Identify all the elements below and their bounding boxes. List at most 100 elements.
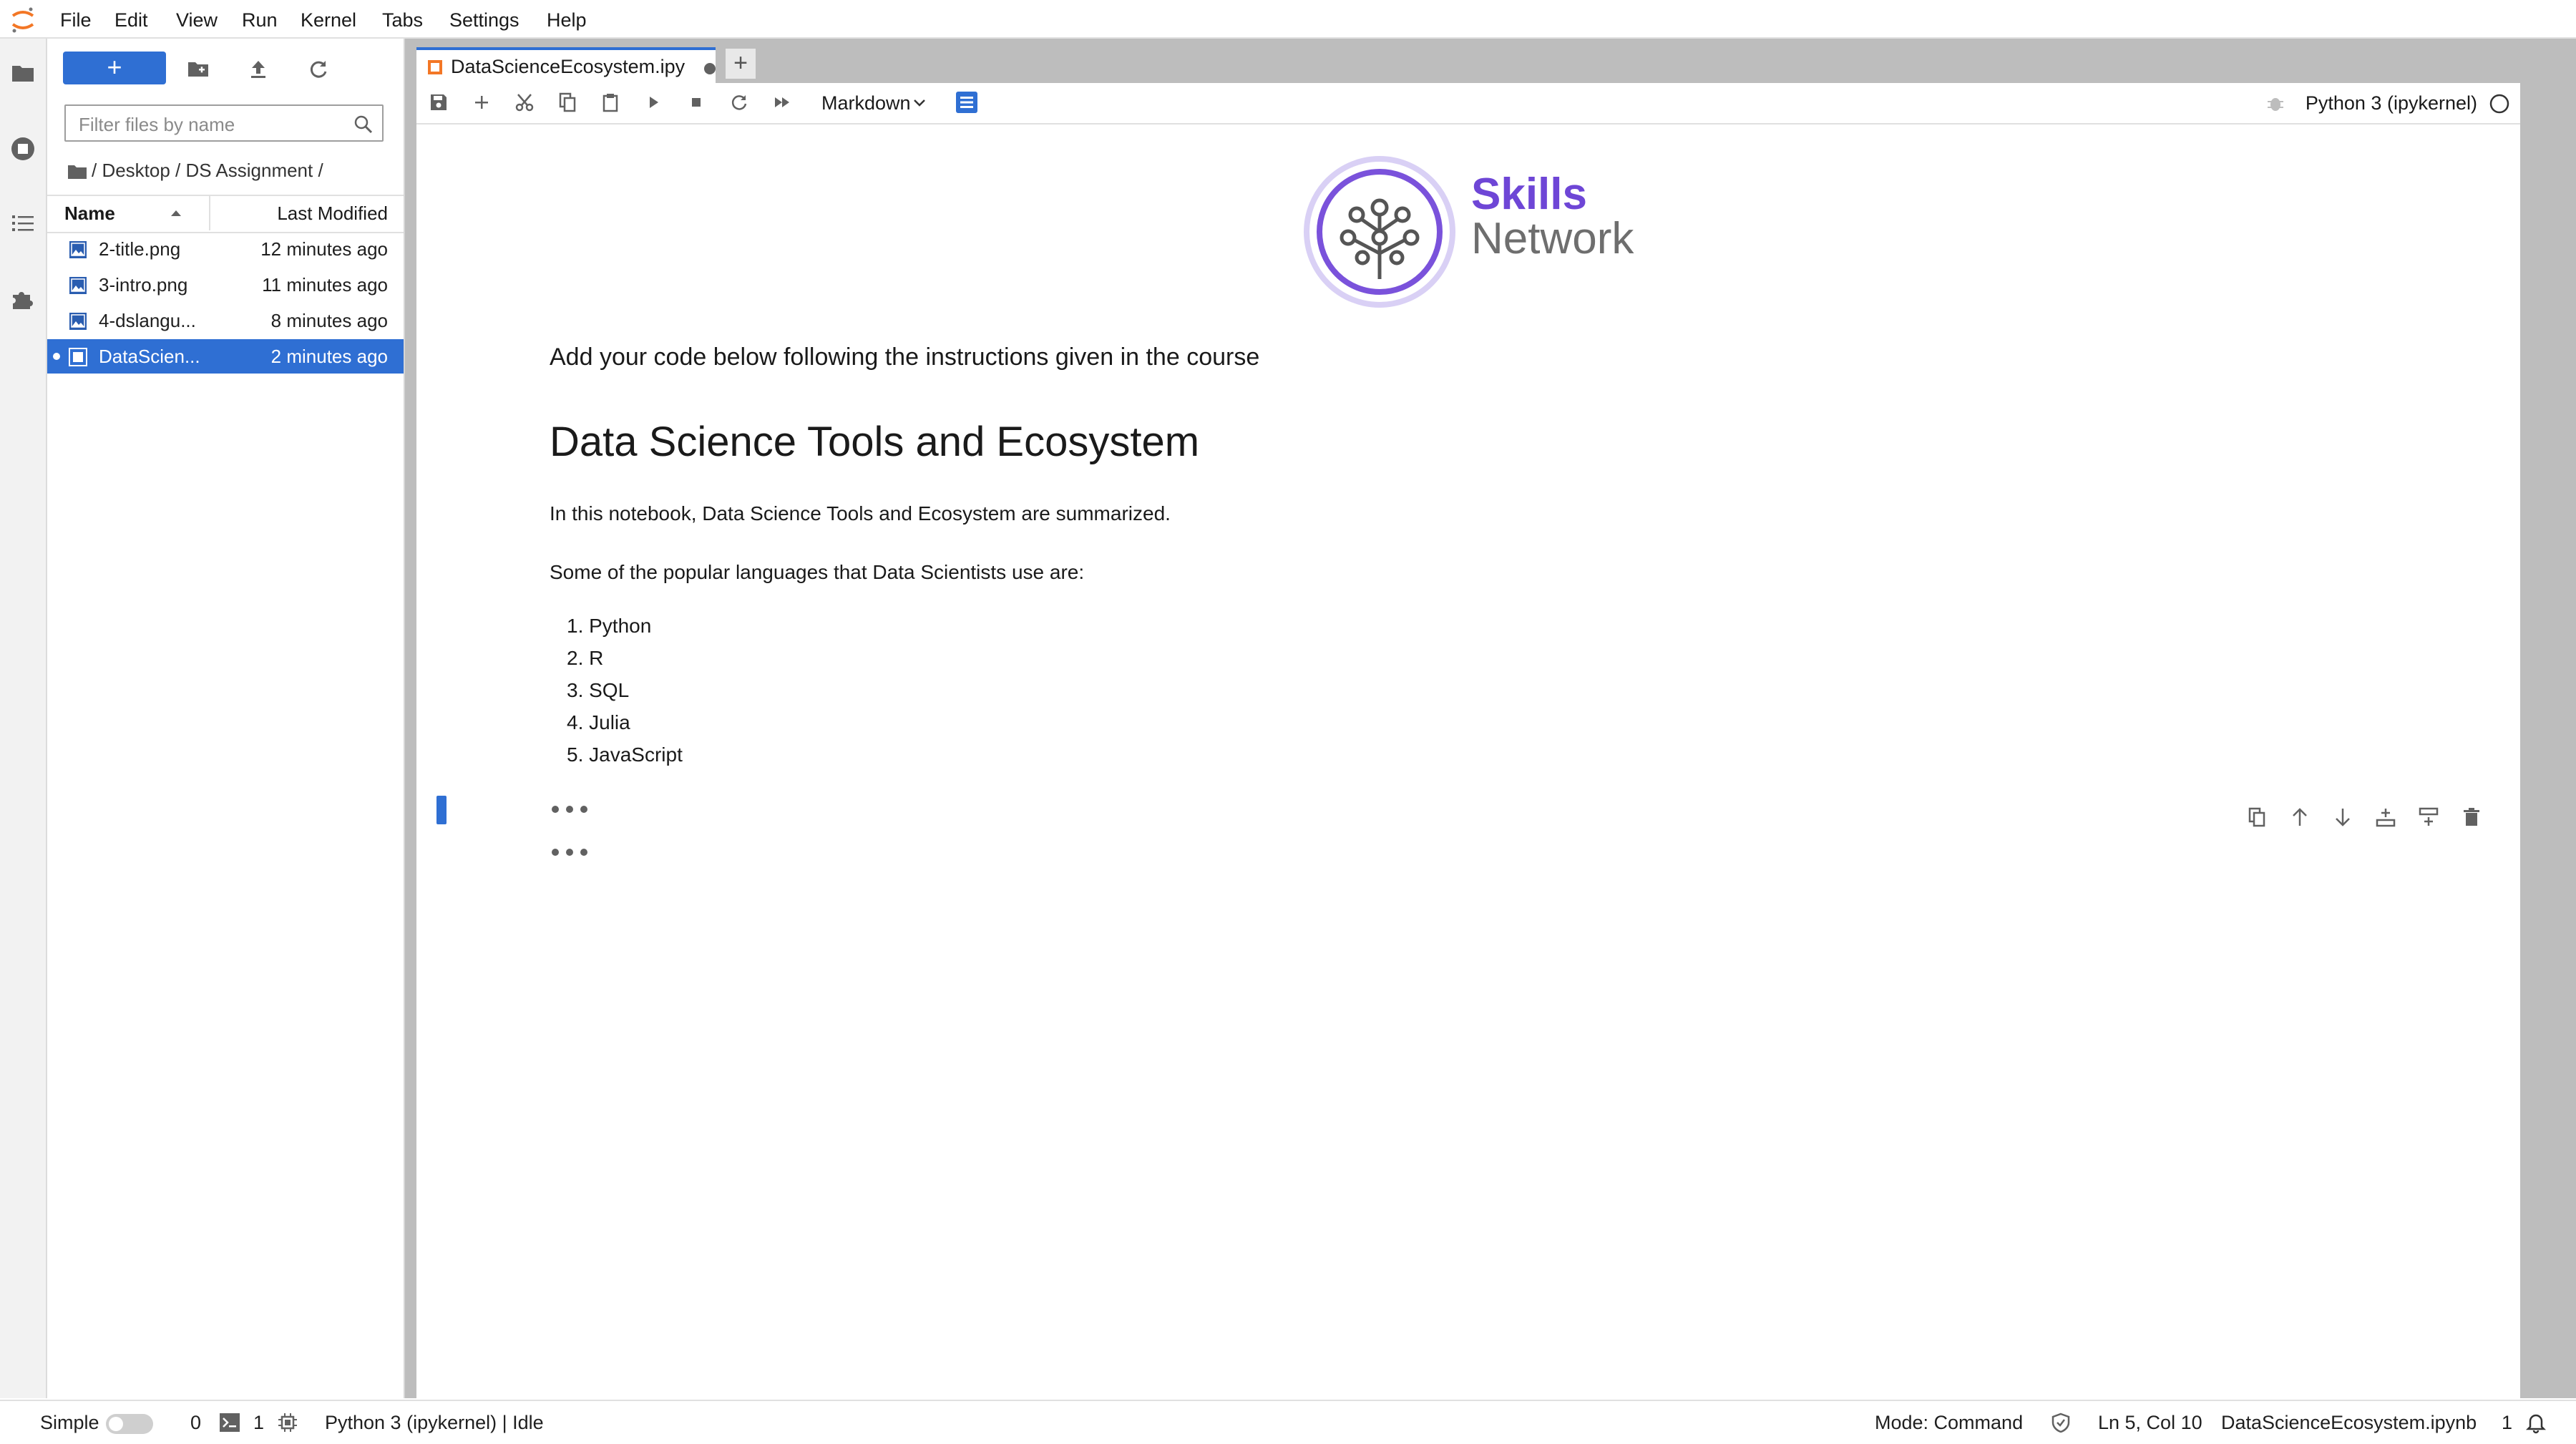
file-row[interactable]: 4-dslangu... 8 minutes ago — [47, 303, 404, 338]
menu-tabs[interactable]: Tabs — [382, 7, 423, 33]
menu-run[interactable]: Run — [242, 7, 278, 33]
toggle-knob — [109, 1417, 123, 1431]
logo-word-skills: Skills — [1471, 170, 1587, 219]
delete-cell-icon[interactable] — [2460, 806, 2483, 829]
menu-edit[interactable]: Edit — [114, 7, 148, 33]
trusted-shield-icon[interactable] — [2051, 1413, 2071, 1433]
menu-settings[interactable]: Settings — [449, 7, 519, 33]
save-icon[interactable] — [428, 92, 449, 113]
column-name[interactable]: Name — [64, 196, 115, 230]
notebook-format-icon[interactable] — [955, 90, 979, 114]
list-item: 1. Python — [567, 615, 652, 637]
file-name: 2-title.png — [99, 238, 181, 260]
search-icon — [353, 114, 374, 135]
skills-network-logo-icon — [1294, 146, 1465, 318]
bell-icon[interactable] — [2524, 1411, 2547, 1434]
menu-help[interactable]: Help — [547, 7, 587, 33]
breadcrumb: / Desktop / DS Assignment / — [67, 156, 323, 185]
cut-icon[interactable] — [514, 92, 535, 113]
notebook-panel: Markdown Python 3 (ipykernel) Skills Net… — [416, 83, 2520, 1398]
paste-icon[interactable] — [600, 92, 621, 113]
tab-notebook[interactable]: DataScienceEcosystem.ipy — [416, 47, 716, 84]
upload-icon[interactable] — [246, 57, 270, 82]
folder-icon[interactable] — [10, 60, 36, 86]
collapsed-cell-icon[interactable] — [550, 847, 590, 857]
restart-icon[interactable] — [728, 92, 750, 113]
debugger-icon[interactable] — [2265, 93, 2285, 113]
file-row[interactable]: 3-intro.png 11 minutes ago — [47, 268, 404, 302]
kernels-count[interactable]: 1 — [253, 1401, 264, 1444]
filter-files-field[interactable] — [64, 104, 384, 142]
menu-bar: File Edit View Run Kernel Tabs Settings … — [0, 0, 2576, 39]
file-row-selected[interactable]: DataScien... 2 minutes ago — [47, 339, 404, 374]
file-list-header: Name Last Modified — [47, 195, 404, 233]
filter-files-input[interactable] — [77, 112, 352, 137]
sort-ascending-icon[interactable] — [169, 206, 183, 220]
insert-above-icon[interactable] — [2374, 806, 2397, 829]
intro-paragraph: In this notebook, Data Science Tools and… — [550, 502, 1171, 525]
notebook-file-icon — [69, 348, 87, 366]
unsaved-indicator-icon[interactable] — [704, 63, 716, 74]
copy-icon[interactable] — [557, 92, 578, 113]
terminals-count[interactable]: 0 — [190, 1401, 201, 1444]
menu-file[interactable]: File — [60, 7, 92, 33]
file-browser: + / Desktop / DS Assignment / Name Last … — [47, 39, 405, 1398]
jupyter-logo-icon — [9, 6, 37, 34]
status-bar: Simple 0 1 Python 3 (ipykernel) | Idle M… — [0, 1400, 2576, 1444]
extension-icon[interactable] — [10, 286, 36, 312]
list-item: 4. Julia — [567, 711, 630, 733]
kernel-idle-icon — [2489, 93, 2510, 114]
image-file-icon — [69, 312, 87, 331]
menu-view[interactable]: View — [176, 7, 218, 33]
notification-count[interactable]: 1 — [2502, 1401, 2512, 1444]
notebook-icon — [426, 59, 444, 76]
new-launcher-button[interactable]: + — [63, 52, 166, 84]
languages-intro: Some of the popular languages that Data … — [550, 561, 1085, 583]
new-tab-button[interactable]: + — [726, 49, 756, 79]
insert-below-icon[interactable] — [2417, 806, 2440, 829]
run-all-icon[interactable] — [771, 92, 793, 113]
kernel-chip-icon[interactable] — [278, 1413, 298, 1433]
file-modified: 11 minutes ago — [262, 274, 388, 296]
running-icon[interactable] — [10, 136, 36, 162]
file-name: 4-dslangu... — [99, 310, 196, 331]
folder-icon[interactable] — [67, 163, 87, 180]
column-last-modified[interactable]: Last Modified — [277, 196, 388, 230]
file-name: 3-intro.png — [99, 274, 188, 296]
notebook-toolbar: Markdown Python 3 (ipykernel) — [416, 83, 2520, 125]
collapsed-cell-icon[interactable] — [550, 804, 590, 814]
list-item: 2. R — [567, 647, 604, 669]
new-folder-icon[interactable] — [186, 57, 210, 82]
kernel-name[interactable]: Python 3 (ipykernel) — [2306, 89, 2477, 117]
languages-list: 1. Python 2. R 3. SQL 4. Julia 5. JavaSc… — [567, 610, 683, 771]
refresh-icon[interactable] — [306, 57, 331, 82]
notebook-heading: Data Science Tools and Ecosystem — [550, 419, 1200, 465]
activity-bar — [0, 39, 47, 1398]
run-icon[interactable] — [643, 92, 664, 113]
move-down-icon[interactable] — [2331, 806, 2354, 829]
file-row[interactable]: 2-title.png 12 minutes ago — [47, 232, 404, 266]
kernel-status[interactable]: Python 3 (ipykernel) | Idle — [325, 1401, 544, 1444]
cursor-position[interactable]: Ln 5, Col 10 — [2098, 1401, 2202, 1444]
menu-kernel[interactable]: Kernel — [301, 7, 356, 33]
file-modified: 12 minutes ago — [260, 238, 388, 260]
simple-mode-toggle[interactable] — [106, 1414, 153, 1434]
insert-cell-icon[interactable] — [471, 92, 492, 113]
tab-title: DataScienceEcosystem.ipy — [451, 56, 686, 77]
toc-icon[interactable] — [10, 210, 36, 236]
chevron-down-icon[interactable] — [912, 94, 927, 110]
column-divider[interactable] — [209, 196, 210, 230]
file-modified: 2 minutes ago — [270, 346, 388, 367]
cell-type-select[interactable]: Markdown — [821, 89, 911, 117]
move-up-icon[interactable] — [2288, 806, 2311, 829]
stop-icon[interactable] — [686, 92, 707, 113]
list-item: 3. SQL — [567, 679, 630, 701]
terminal-icon[interactable] — [219, 1413, 240, 1433]
breadcrumb-path[interactable]: / Desktop / DS Assignment / — [92, 160, 323, 181]
duplicate-cell-icon[interactable] — [2245, 806, 2268, 829]
image-file-icon — [69, 276, 87, 295]
tab-bar: DataScienceEcosystem.ipy + — [405, 39, 2576, 84]
active-cell-indicator[interactable] — [436, 796, 447, 824]
file-modified: 8 minutes ago — [270, 310, 388, 331]
image-file-icon — [69, 240, 87, 259]
